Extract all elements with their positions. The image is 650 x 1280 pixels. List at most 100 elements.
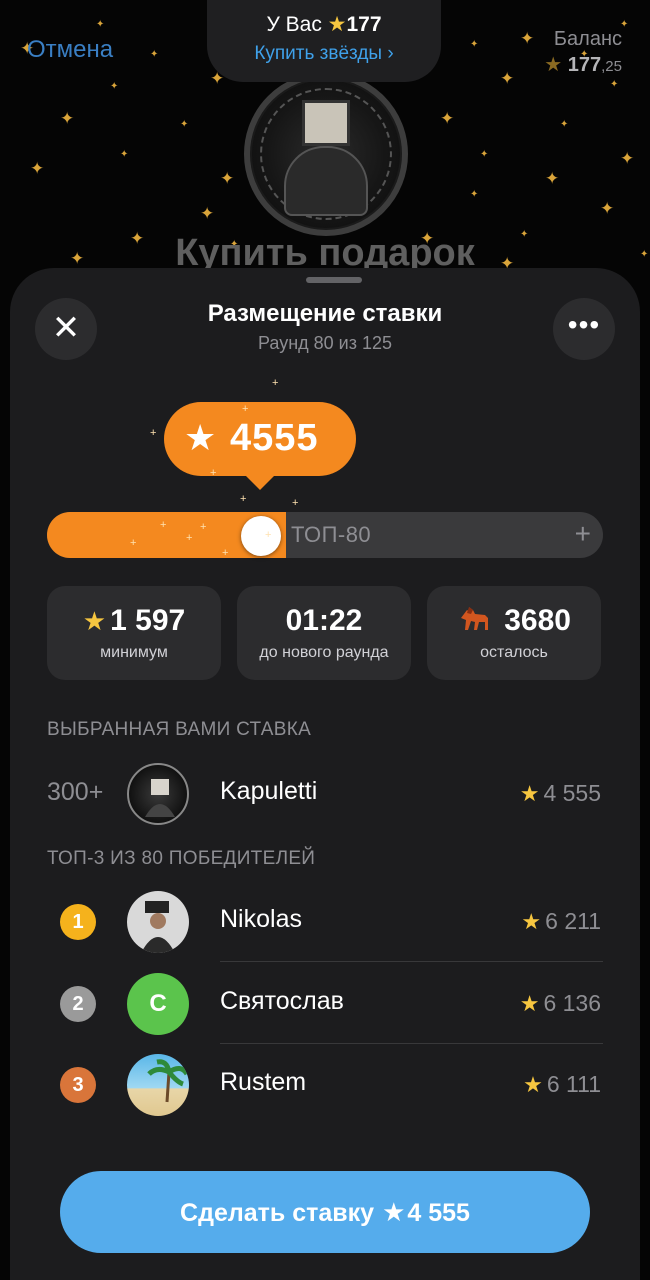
- gift-image: [244, 72, 408, 236]
- bid-value: ★ 6 111: [523, 1071, 601, 1097]
- bid-slider[interactable]: ТОП-80 +: [47, 512, 603, 558]
- balance-label: Баланс: [553, 28, 622, 50]
- user-name: Nikolas: [220, 905, 302, 933]
- bid-value: ★ 6 211: [521, 908, 601, 934]
- place-bid-button[interactable]: Сделать ставку ★4 555: [60, 1171, 590, 1253]
- rank-medal: 3: [60, 1067, 96, 1103]
- divider: [220, 1043, 603, 1044]
- sparkle-icon: ✦: [30, 159, 45, 178]
- user-name: Kapuletti: [220, 777, 318, 805]
- stat-label: минимум: [100, 644, 168, 661]
- stat-label: осталось: [480, 644, 548, 661]
- stat-label: до нового раунда: [259, 644, 389, 661]
- avatar: [127, 891, 189, 953]
- star-icon: ★: [544, 54, 563, 76]
- sparkle-icon: +: [240, 493, 247, 505]
- sparkle-icon: ✦: [60, 109, 75, 128]
- sparkle-icon: ✦: [545, 169, 560, 188]
- sparkle-icon: +: [186, 532, 193, 544]
- balance-fraction: ,25: [601, 58, 622, 75]
- star-icon: ★: [82, 606, 107, 636]
- star-icon: ★: [184, 417, 217, 458]
- sparkle-icon: ✦: [200, 204, 215, 223]
- sparkle-icon: ✦: [470, 39, 479, 50]
- bid-amount: 4555: [230, 417, 319, 459]
- sparkle-icon: ✦: [610, 79, 619, 90]
- avatar: [127, 1054, 189, 1116]
- sparkle-icon: +: [210, 467, 217, 479]
- sparkle-icon: ✦: [480, 149, 489, 160]
- pill-amount: 177: [346, 13, 382, 36]
- sparkle-icon: ✦: [220, 169, 235, 188]
- cancel-button[interactable]: Отмена: [27, 36, 113, 64]
- user-name: Rustem: [220, 1068, 307, 1096]
- sparkle-icon: ✦: [96, 19, 105, 30]
- buy-stars-link[interactable]: Купить звёзды: [254, 43, 382, 64]
- sparkle-icon: +: [265, 529, 272, 541]
- sparkle-icon: ✦: [180, 119, 189, 130]
- star-icon: ★: [382, 1197, 406, 1227]
- sparkle-icon: +: [272, 377, 279, 389]
- sparkle-icon: ✦: [110, 81, 119, 92]
- plus-icon[interactable]: +: [575, 512, 591, 556]
- sparkle-icon: ✦: [150, 49, 159, 60]
- cta-amount: 4 555: [407, 1199, 470, 1227]
- rank-medal: 1: [60, 904, 96, 940]
- sparkle-icon: +: [242, 403, 249, 415]
- stat-remaining: 3680 осталось: [427, 586, 601, 680]
- sheet-title: Размещение ставки: [207, 300, 443, 327]
- top-winners-header: ТОП-3 ИЗ 80 ПОБЕДИТЕЛЕЙ: [47, 848, 316, 869]
- slider-rank-label: ТОП-80: [291, 522, 372, 547]
- bid-sheet: ✕ ••• Размещение ставки Раунд 80 из 125 …: [10, 268, 640, 1280]
- leaderboard-row[interactable]: 1 Nikolas ★ 6 211: [47, 882, 603, 962]
- avatar: C: [127, 973, 189, 1035]
- star-icon: ★: [519, 781, 540, 806]
- sparkle-icon: ✦: [600, 199, 615, 218]
- sparkle-icon: +: [130, 537, 137, 549]
- sparkle-icon: +: [200, 521, 207, 533]
- sparkle-icon: ✦: [500, 69, 515, 88]
- sparkle-icon: ✦: [520, 29, 535, 48]
- user-name: Святослав: [220, 987, 344, 1015]
- stat-value: 3680: [504, 604, 571, 637]
- avatar: [127, 763, 189, 825]
- gift-figure-head: [302, 100, 350, 146]
- rank-medal: 2: [60, 986, 96, 1022]
- your-bid-header: ВЫБРАННАЯ ВАМИ СТАВКА: [47, 719, 312, 740]
- star-icon: ★: [519, 991, 540, 1016]
- star-icon: ★: [523, 1072, 543, 1097]
- star-icon: ★: [327, 13, 347, 36]
- balance-display: Баланс ★ 177,25: [544, 26, 622, 80]
- balance-amount: 177: [567, 54, 602, 76]
- chevron-right-icon: ›: [387, 43, 394, 64]
- leaderboard-row[interactable]: 3 Rustem ★ 6 111: [47, 1045, 603, 1125]
- sparkle-icon: +: [160, 519, 167, 531]
- star-icon: ★: [521, 909, 542, 934]
- sheet-grabber[interactable]: [306, 277, 362, 283]
- slider-thumb[interactable]: [241, 516, 281, 556]
- stat-timer: 01:22 до нового раунда: [237, 586, 411, 680]
- gift-figure-body: [284, 146, 368, 216]
- rank-label: 300+: [47, 778, 104, 806]
- stars-balance-pill[interactable]: У Вас ★177 Купить звёзды ›: [207, 0, 441, 82]
- stat-value: 01:22: [285, 604, 363, 637]
- pill-prefix: У Вас: [266, 13, 322, 36]
- sparkle-icon: +: [150, 427, 157, 439]
- round-info: Раунд 80 из 125: [257, 333, 393, 353]
- leaderboard-row[interactable]: 2 C Святослав ★ 6 136: [47, 964, 603, 1044]
- sparkle-icon: ✦: [470, 189, 479, 200]
- sparkle-icon: ✦: [120, 149, 129, 160]
- stat-value: 1 597: [110, 604, 186, 637]
- cta-label: Сделать ставку: [180, 1199, 375, 1227]
- bid-amount-bubble: ★ 4555: [164, 402, 356, 490]
- horse-icon: [457, 606, 500, 636]
- sparkle-icon: ✦: [440, 109, 455, 128]
- sparkle-icon: +: [292, 497, 299, 509]
- bid-value: ★ 6 136: [519, 990, 601, 1016]
- bid-value: ★ 4 555: [519, 780, 601, 806]
- sparkle-icon: ✦: [620, 149, 635, 168]
- sparkle-icon: +: [222, 547, 229, 559]
- sparkle-icon: ✦: [560, 119, 569, 130]
- your-bid-row[interactable]: 300+ Kapuletti ★ 4 555: [47, 754, 603, 834]
- divider: [220, 961, 603, 962]
